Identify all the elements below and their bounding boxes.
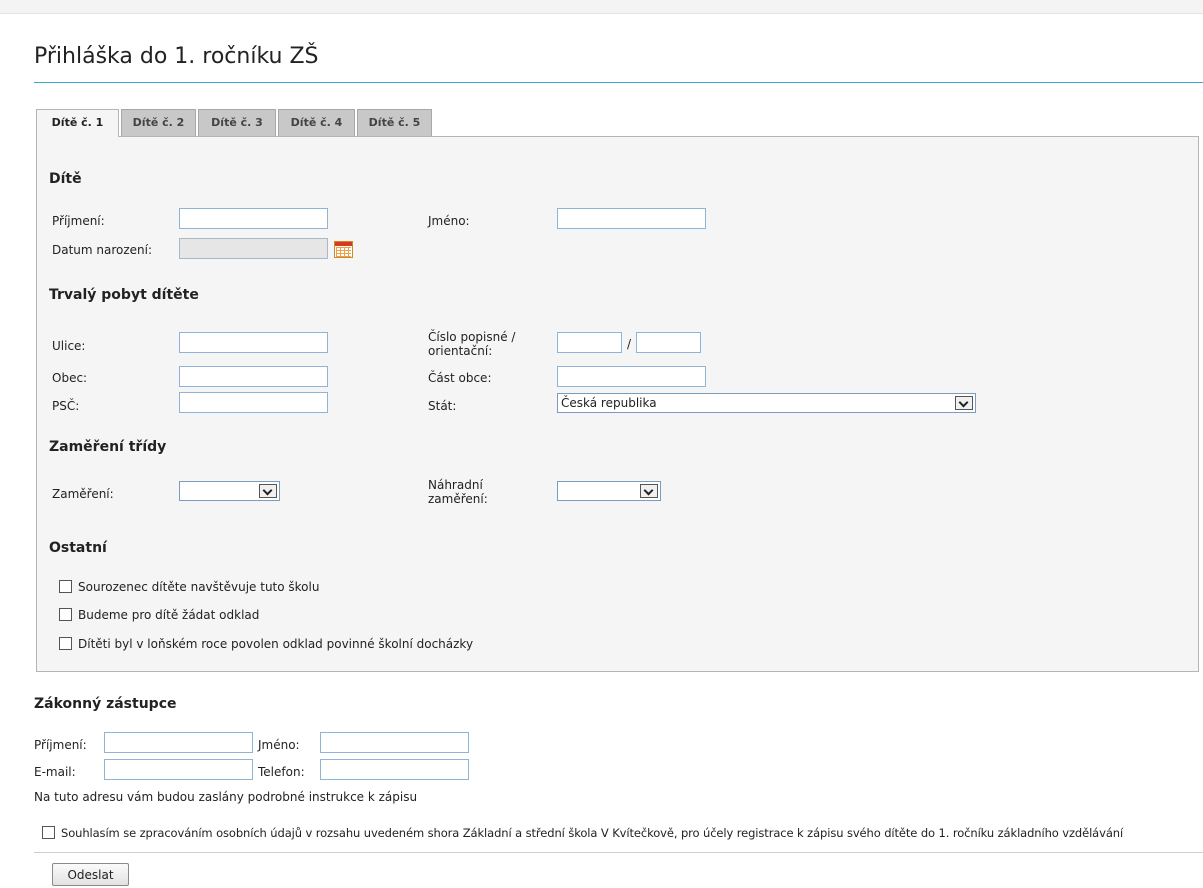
tab-child-5[interactable]: Dítě č. 5 [357, 109, 432, 136]
street-input[interactable] [179, 332, 328, 353]
orientation-number-input[interactable] [636, 332, 701, 353]
tab-child-2[interactable]: Dítě č. 2 [121, 109, 196, 136]
tab-child-1[interactable]: Dítě č. 1 [36, 109, 119, 137]
deferral-checkbox-label: Budeme pro dítě žádat odklad [78, 608, 260, 622]
town-input[interactable] [179, 366, 328, 387]
street-label: Ulice: [52, 339, 86, 353]
zip-label: PSČ: [52, 399, 80, 413]
chevron-down-icon [640, 484, 658, 498]
chevron-down-icon [955, 396, 973, 410]
guardian-section-heading: Zákonný zástupce [34, 696, 177, 712]
birthdate-label: Datum narození: [52, 243, 153, 257]
child-surname-label: Příjmení: [52, 214, 105, 228]
deferral-checkbox[interactable] [59, 608, 72, 621]
guardian-email-note: Na tuto adresu vám budou zaslány podrobn… [34, 790, 418, 804]
focus-section-heading: Zaměření třídy [49, 439, 167, 455]
house-number-input[interactable] [557, 332, 622, 353]
guardian-surname-label: Příjmení: [34, 738, 87, 752]
zip-input[interactable] [179, 392, 328, 413]
previous-deferral-checkbox[interactable] [59, 637, 72, 650]
top-bar [0, 0, 1203, 14]
house-number-separator: / [627, 337, 632, 351]
address-section-heading: Trvalý pobyt dítěte [49, 287, 199, 303]
child-surname-input[interactable] [179, 208, 328, 229]
consent-checkbox[interactable] [42, 826, 55, 839]
submit-button[interactable]: Odeslat [52, 863, 129, 886]
chevron-down-icon [259, 484, 277, 498]
other-section-heading: Ostatní [49, 540, 107, 556]
focus-select[interactable] [179, 481, 280, 501]
consent-divider [34, 852, 1203, 853]
alt-focus-select[interactable] [557, 481, 661, 501]
guardian-name-label: Jméno: [258, 738, 300, 752]
previous-deferral-checkbox-label: Dítěti byl v loňském roce povolen odklad… [78, 637, 474, 651]
guardian-email-input[interactable] [104, 759, 253, 780]
town-label: Obec: [52, 371, 88, 385]
calendar-icon[interactable] [334, 241, 353, 258]
child-name-input[interactable] [557, 208, 706, 229]
sibling-checkbox-label: Sourozenec dítěte navštěvuje tuto školu [78, 580, 320, 594]
title-divider [34, 82, 1203, 83]
birthdate-input[interactable] [179, 238, 328, 259]
guardian-surname-input[interactable] [104, 732, 253, 753]
sibling-checkbox[interactable] [59, 580, 72, 593]
town-part-label: Část obce: [428, 371, 492, 385]
country-label: Stát: [428, 399, 457, 413]
tab-child-4[interactable]: Dítě č. 4 [278, 109, 355, 136]
guardian-name-input[interactable] [320, 732, 469, 753]
house-number-label: Číslo popisné / orientační: [428, 330, 516, 358]
tab-child-3[interactable]: Dítě č. 3 [198, 109, 276, 136]
child-name-label: Jméno: [428, 214, 470, 228]
country-select-value: Česká republika [561, 396, 657, 410]
country-select[interactable]: Česká republika [557, 393, 976, 413]
guardian-email-label: E-mail: [34, 765, 76, 779]
alt-focus-label: Náhradní zaměření: [428, 478, 488, 506]
page-title: Přihláška do 1. ročníku ZŠ [34, 44, 319, 69]
consent-label: Souhlasím se zpracováním osobních údajů … [61, 826, 1124, 840]
focus-label: Zaměření: [52, 487, 114, 501]
guardian-phone-input[interactable] [320, 759, 469, 780]
guardian-phone-label: Telefon: [258, 765, 305, 779]
child-section-heading: Dítě [49, 171, 82, 187]
town-part-input[interactable] [557, 366, 706, 387]
